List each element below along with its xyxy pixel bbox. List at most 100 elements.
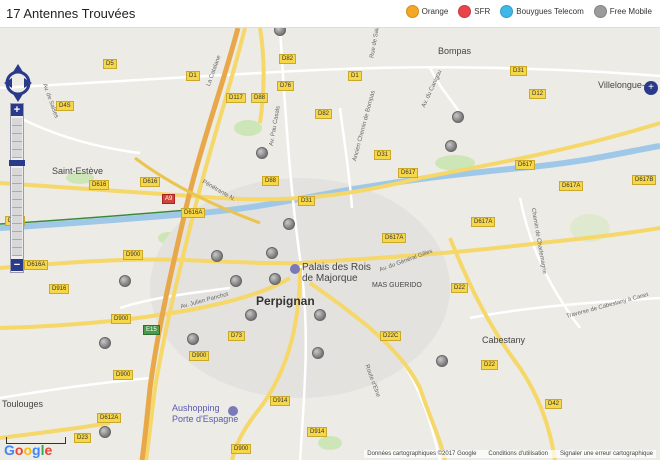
- zoom-tick[interactable]: [12, 126, 22, 134]
- road-label: D617A: [382, 233, 407, 243]
- road-label: D916: [49, 284, 70, 294]
- map-canvas[interactable]: Saint-Estève Bompas Villelongue-de Perpi…: [0, 28, 660, 460]
- antenna-marker[interactable]: [99, 426, 111, 438]
- road-label: D82: [279, 54, 297, 64]
- map-footer: Données cartographiques ©2017 Google Con…: [364, 450, 656, 458]
- road-label: D12: [529, 89, 547, 99]
- place-perpignan: Perpignan: [256, 294, 315, 308]
- road-label: D617A: [471, 217, 496, 227]
- bouygues-dot-icon: [500, 5, 514, 18]
- road-label: D617: [515, 160, 536, 170]
- antenna-marker[interactable]: [256, 147, 268, 159]
- terms-link[interactable]: Conditions d'utilisation: [488, 451, 548, 457]
- header-bar: 17 Antennes Trouvées Orange SFR Bouygues…: [0, 0, 660, 28]
- road-label: D900: [189, 351, 210, 361]
- road-label: D914: [307, 427, 328, 437]
- antenna-marker[interactable]: [211, 250, 223, 262]
- legend: Orange SFR Bouygues Telecom Free Mobile: [402, 5, 652, 18]
- zoom-tick[interactable]: [12, 134, 22, 142]
- antenna-marker[interactable]: [187, 333, 199, 345]
- place-cabestany: Cabestany: [482, 335, 526, 345]
- zoom-tick[interactable]: [12, 232, 22, 240]
- zoom-out-button[interactable]: −: [11, 259, 23, 271]
- place-majorque: de Majorque: [302, 273, 358, 284]
- pan-right-button[interactable]: +: [644, 81, 658, 95]
- legend-item-free[interactable]: Free Mobile: [593, 5, 652, 18]
- road-label: D4S: [56, 101, 74, 111]
- zoom-handle[interactable]: [9, 160, 25, 166]
- zoom-tick[interactable]: [12, 168, 22, 176]
- road-label: D22C: [380, 331, 402, 341]
- antenna-marker[interactable]: [269, 273, 281, 285]
- road-label: D5: [103, 59, 117, 69]
- antenna-marker[interactable]: [452, 111, 464, 123]
- pan-arrows-icon[interactable]: [4, 64, 32, 102]
- antenna-marker[interactable]: [266, 247, 278, 259]
- legend-label-free: Free Mobile: [609, 7, 652, 16]
- road-label: D88: [251, 93, 269, 103]
- road-label: D612A: [97, 413, 122, 423]
- road-label: D617: [398, 168, 419, 178]
- map-roads-layer: [0, 28, 660, 460]
- road-label: D22: [451, 283, 469, 293]
- place-bompas: Bompas: [438, 46, 472, 56]
- antenna-marker[interactable]: [99, 337, 111, 349]
- orange-dot-icon: [405, 5, 419, 18]
- road-label: D117: [226, 93, 246, 103]
- zoom-tick[interactable]: [12, 142, 22, 150]
- place-mas-guerido: MAS GUERIDO: [372, 282, 422, 289]
- place-porte: Porte d'Espagne: [172, 414, 239, 424]
- road-label: D900: [231, 444, 252, 454]
- zoom-tick[interactable]: [12, 118, 22, 126]
- zoom-tick[interactable]: [12, 224, 22, 232]
- legend-label-sfr: SFR: [474, 7, 491, 16]
- place-aushopping: Aushopping: [172, 403, 220, 413]
- antenna-marker[interactable]: [445, 140, 457, 152]
- road-label: D900: [123, 250, 144, 260]
- road-label: D616A: [24, 260, 49, 270]
- legend-item-orange[interactable]: Orange: [405, 5, 449, 18]
- zoom-slider[interactable]: + −: [9, 103, 25, 273]
- aushopping-poi-icon[interactable]: [228, 406, 238, 416]
- zoom-tick[interactable]: [12, 200, 22, 208]
- road-label: A9: [162, 194, 176, 204]
- road-label: D23: [74, 433, 92, 443]
- road-label: D616: [89, 180, 110, 190]
- antenna-marker[interactable]: [119, 275, 131, 287]
- legend-label-orange: Orange: [421, 7, 449, 16]
- road-label: D900: [111, 314, 132, 324]
- free-dot-icon: [593, 5, 607, 18]
- pan-control[interactable]: [4, 64, 32, 102]
- zoom-tick[interactable]: [12, 240, 22, 248]
- antenna-marker[interactable]: [314, 309, 326, 321]
- road-label: D31: [374, 150, 392, 160]
- antenna-marker[interactable]: [283, 218, 295, 230]
- report-error-link[interactable]: Signaler une erreur cartographique: [560, 451, 653, 457]
- road-label: D616: [140, 177, 161, 187]
- road-label: D617A: [559, 181, 584, 191]
- zoom-tick[interactable]: [12, 208, 22, 216]
- zoom-tick[interactable]: [12, 248, 22, 256]
- zoom-tick[interactable]: [12, 184, 22, 192]
- page-title: 17 Antennes Trouvées: [6, 6, 136, 21]
- road-label: D1: [186, 71, 200, 81]
- antenna-marker[interactable]: [436, 355, 448, 367]
- google-logo[interactable]: Google: [4, 442, 52, 458]
- place-saint-esteve: Saint-Estève: [52, 166, 104, 176]
- road-label: D73: [228, 331, 246, 341]
- palais-poi-icon[interactable]: [290, 264, 300, 274]
- legend-item-bouygues[interactable]: Bouygues Telecom: [500, 5, 584, 18]
- zoom-tick[interactable]: [12, 150, 22, 158]
- road-label: D914: [270, 396, 291, 406]
- road-label: D42: [545, 399, 563, 409]
- antenna-marker[interactable]: [312, 347, 324, 359]
- road-label: D88: [262, 176, 280, 186]
- legend-item-sfr[interactable]: SFR: [458, 5, 490, 18]
- legend-label-bouygues: Bouygues Telecom: [516, 7, 584, 16]
- zoom-tick[interactable]: [12, 216, 22, 224]
- zoom-tick[interactable]: [12, 192, 22, 200]
- antenna-marker[interactable]: [230, 275, 242, 287]
- antenna-marker[interactable]: [245, 309, 257, 321]
- zoom-in-button[interactable]: +: [11, 104, 23, 116]
- zoom-tick[interactable]: [12, 176, 22, 184]
